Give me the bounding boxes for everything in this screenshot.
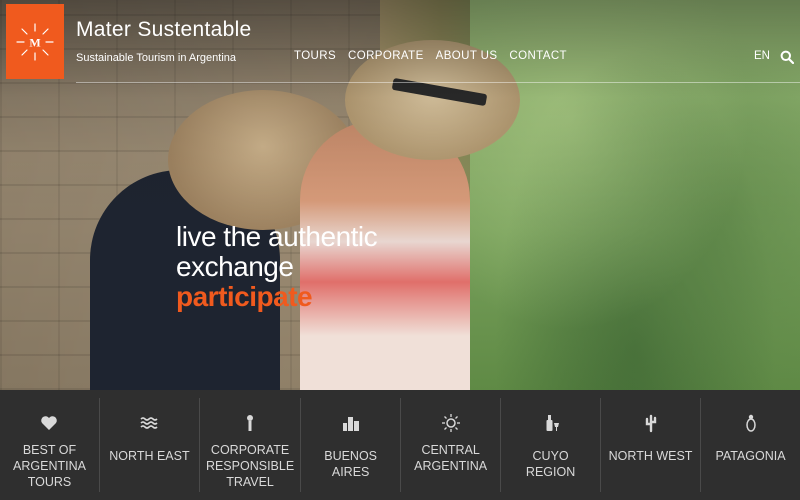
tile-north-west[interactable]: NORTH WEST [601,398,702,492]
tile-label: NORTH WEST [608,449,693,463]
wine-icon [546,415,559,431]
language-selector[interactable]: EN [754,50,770,62]
sun-icon [441,414,460,432]
nav-corporate[interactable]: CORPORATE [348,50,424,62]
nav-contact[interactable]: CONTACT [509,50,567,62]
award-icon [247,415,254,431]
brand-title[interactable]: Mater Sustentable [76,18,252,42]
tile-label: BEST OF ARGENTINA TOURS [13,443,86,489]
hero-line-2: exchange [176,251,294,282]
tile-label: PATAGONIA [715,449,786,463]
tile-label: CUYO REGION [525,449,576,479]
tile-label: CENTRAL ARGENTINA [414,443,488,473]
logo[interactable]: M [6,4,64,79]
logo-letter: M [29,35,40,49]
hero-headline: live the authentic exchange participate [176,221,378,312]
hero-line-3: participate [176,281,313,312]
tile-label: NORTH EAST [109,449,190,463]
nav-about-us[interactable]: ABOUT US [436,50,498,62]
tile-best-of-argentina[interactable]: BEST OF ARGENTINA TOURS [0,398,100,492]
penguin-icon [745,414,756,432]
region-tiles: BEST OF ARGENTINA TOURS NORTH EAST CORPO… [0,390,800,500]
logo-sun-icon: M [16,22,54,61]
tile-label: BUENOS AIRES [324,449,378,479]
brand-subtitle: Sustainable Tourism in Argentina [76,52,237,64]
cactus-icon [645,414,656,433]
nav-tours[interactable]: TOURS [294,50,336,62]
top-navigation-bar: M Mater Sustentable Sustainable Tourism … [0,0,800,84]
tile-north-east[interactable]: NORTH EAST [100,398,200,492]
tile-buenos-aires[interactable]: BUENOS AIRES [301,398,402,492]
tile-label: CORPORATE RESPONSIBLE TRAVEL [205,443,295,489]
main-nav: TOURS CORPORATE ABOUT US CONTACT [294,50,579,62]
search-icon[interactable] [780,50,794,64]
header-divider [76,82,800,83]
waves-icon [140,417,159,429]
tile-cuyo-region[interactable]: CUYO REGION [501,398,602,492]
city-icon [342,417,359,431]
hero-line-1: live the authentic [176,221,378,252]
tile-patagonia[interactable]: PATAGONIA [701,398,800,492]
heart-icon [41,416,58,430]
tile-corporate-responsible-travel[interactable]: CORPORATE RESPONSIBLE TRAVEL [200,398,302,492]
tile-central-argentina[interactable]: CENTRAL ARGENTINA [401,398,502,492]
